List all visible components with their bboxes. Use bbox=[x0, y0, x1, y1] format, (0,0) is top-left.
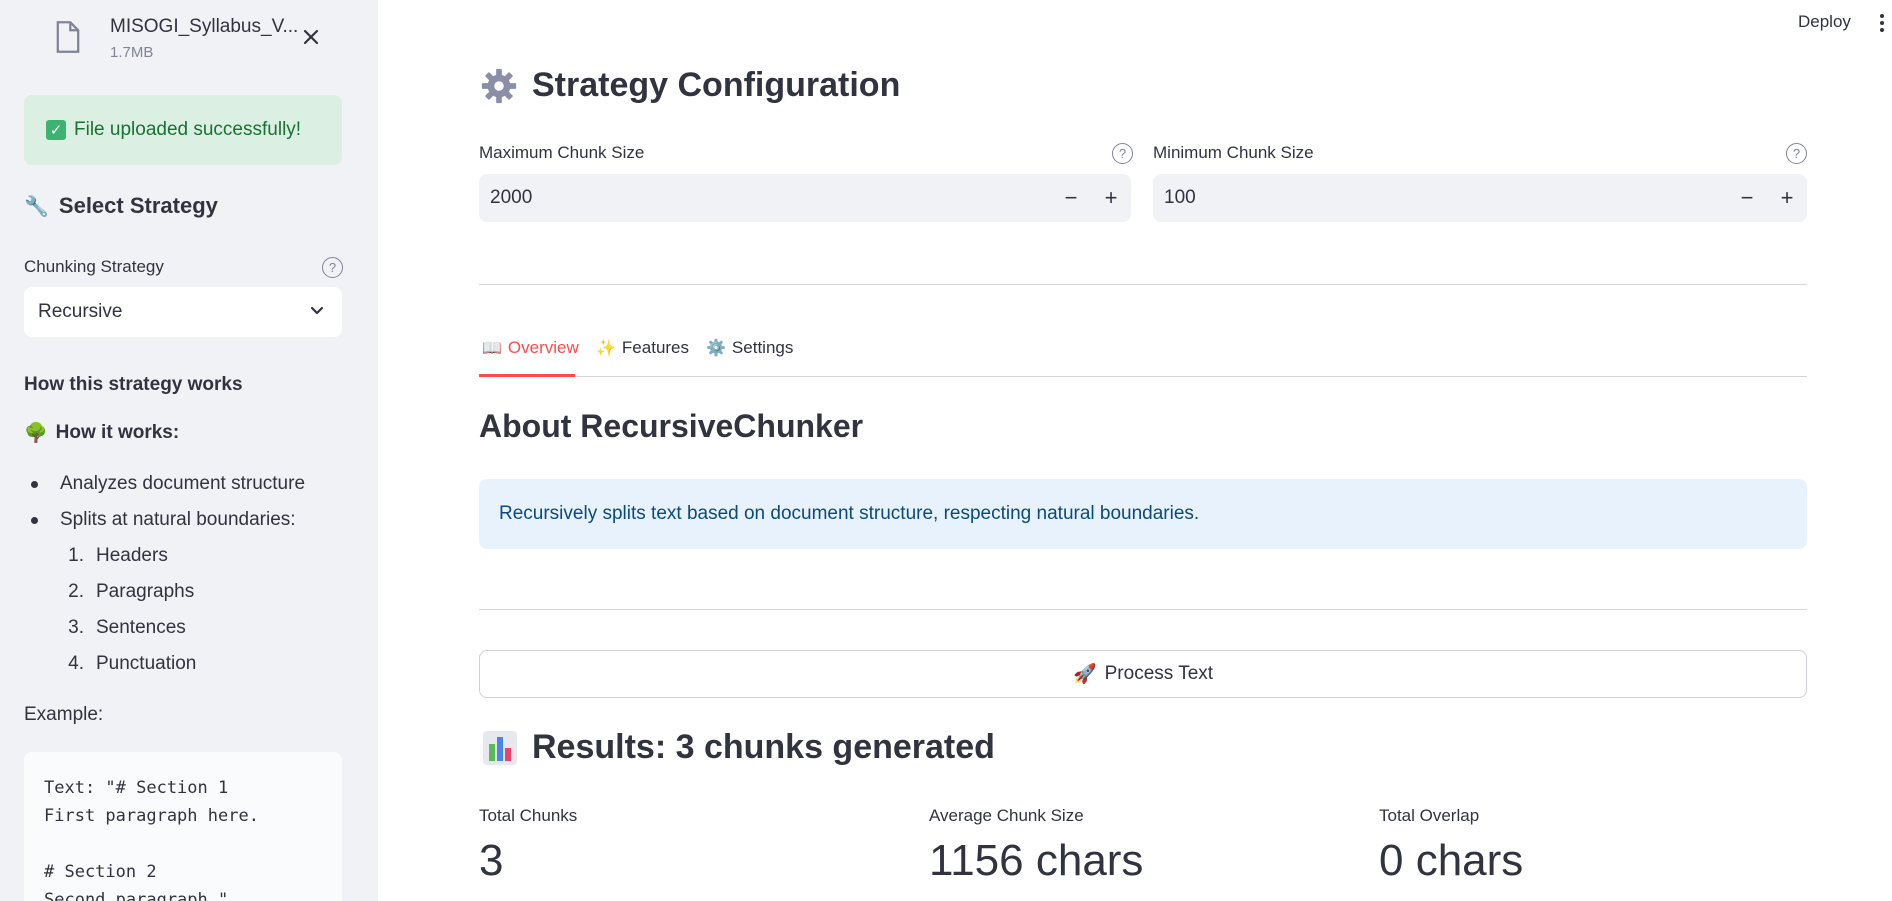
tab-label: Settings bbox=[731, 338, 794, 357]
chevron-down-icon bbox=[310, 306, 324, 315]
gear-icon bbox=[481, 68, 517, 103]
process-text-label: Process Text bbox=[1104, 663, 1214, 684]
results-heading: Results: 3 chunks generated bbox=[482, 728, 995, 767]
metric-label: Total Chunks bbox=[479, 806, 578, 825]
process-text-button[interactable]: 🚀 Process Text bbox=[479, 650, 1807, 698]
list-number: 3. bbox=[68, 617, 84, 638]
gear-icon: ⚙️ bbox=[706, 340, 726, 357]
tree-icon: 🌳 bbox=[24, 423, 48, 444]
sparkles-icon: ✨ bbox=[596, 340, 616, 357]
chunking-strategy-label: Chunking Strategy bbox=[24, 257, 164, 276]
select-strategy-text: Select Strategy bbox=[58, 193, 218, 218]
sidebar: MISOGI_Syllabus_V... 1.7MB ✓ File upload… bbox=[0, 0, 378, 901]
metric-total-chunks: Total Chunks 3 bbox=[479, 806, 577, 886]
decrement-button[interactable]: − bbox=[1727, 174, 1767, 222]
deploy-button[interactable]: Deploy bbox=[1798, 12, 1851, 32]
increment-button[interactable]: + bbox=[1091, 174, 1131, 222]
tab-bar: 📖 Overview ✨ Features ⚙️ Settings bbox=[479, 336, 1807, 377]
page-title: Strategy Configuration bbox=[480, 66, 900, 105]
list-text: Headers bbox=[96, 545, 168, 566]
tab-overview[interactable]: 📖 Overview bbox=[482, 338, 579, 358]
divider bbox=[479, 609, 1807, 610]
uploaded-file: MISOGI_Syllabus_V... 1.7MB bbox=[24, 12, 354, 68]
bar-chart-icon bbox=[483, 730, 517, 765]
list-text: Paragraphs bbox=[96, 581, 195, 602]
help-icon[interactable]: ? bbox=[1112, 143, 1133, 164]
success-message: File uploaded successfully! bbox=[74, 119, 302, 140]
max-chunk-size-value: 2000 bbox=[490, 187, 533, 208]
list-text: Sentences bbox=[96, 617, 186, 638]
example-code-block: Text: "# Section 1 First paragraph here.… bbox=[24, 752, 342, 901]
list-number: 1. bbox=[68, 545, 84, 566]
list-item: 4. Punctuation bbox=[60, 652, 196, 688]
file-icon bbox=[56, 21, 80, 53]
list-item: Splits at natural boundaries: bbox=[26, 508, 305, 544]
list-item: Analyzes document structure bbox=[26, 472, 305, 508]
min-chunk-size-label: Minimum Chunk Size bbox=[1153, 143, 1314, 162]
how-it-works-heading: 🌳 How it works: bbox=[24, 421, 179, 445]
list-number: 2. bbox=[68, 581, 84, 602]
upload-success-alert: ✓ File uploaded successfully! bbox=[24, 95, 342, 165]
remove-file-button[interactable] bbox=[296, 22, 326, 52]
max-chunk-size-input[interactable]: 2000 − + bbox=[479, 174, 1131, 222]
close-icon bbox=[303, 29, 319, 45]
how-strategy-works-heading: How this strategy works bbox=[24, 374, 243, 395]
list-text: Punctuation bbox=[96, 653, 197, 674]
bullet-list: Analyzes document structure Splits at na… bbox=[26, 472, 305, 544]
metric-value: 0 chars bbox=[1379, 836, 1524, 885]
check-icon: ✓ bbox=[46, 120, 66, 140]
strategy-description-info: Recursively splits text based on documen… bbox=[479, 479, 1807, 549]
strategy-description: Recursively splits text based on documen… bbox=[499, 503, 1200, 524]
list-item: 2. Paragraphs bbox=[60, 580, 196, 616]
metric-total-overlap: Total Overlap 0 chars bbox=[1379, 806, 1523, 886]
how-it-works-text: How it works: bbox=[55, 422, 180, 443]
selected-strategy: Recursive bbox=[38, 301, 123, 322]
metric-value: 3 bbox=[479, 836, 504, 885]
chunking-strategy-select[interactable]: Recursive bbox=[24, 287, 342, 337]
example-label: Example: bbox=[24, 704, 104, 725]
numbered-list: 1. Headers 2. Paragraphs 3. Sentences 4. Pun… bbox=[60, 544, 196, 688]
rocket-icon: 🚀 bbox=[1072, 664, 1097, 685]
list-item: 1. Headers bbox=[60, 544, 196, 580]
results-heading-text: Results: 3 chunks generated bbox=[532, 728, 995, 766]
metric-label: Average Chunk Size bbox=[929, 806, 1084, 825]
metric-label: Total Overlap bbox=[1379, 806, 1480, 825]
min-chunk-size-input[interactable]: 100 − + bbox=[1153, 174, 1807, 222]
wrench-icon: 🔧 bbox=[24, 195, 49, 218]
tab-label: Overview bbox=[507, 338, 579, 357]
page-title-text: Strategy Configuration bbox=[532, 66, 901, 104]
help-icon[interactable]: ? bbox=[322, 257, 343, 278]
book-icon: 📖 bbox=[482, 340, 502, 357]
tab-features[interactable]: ✨ Features bbox=[596, 338, 689, 358]
list-item: 3. Sentences bbox=[60, 616, 196, 652]
main-menu-icon[interactable] bbox=[1880, 14, 1886, 34]
metric-value: 1156 chars bbox=[929, 836, 1144, 885]
file-name: MISOGI_Syllabus_V... bbox=[110, 16, 299, 37]
help-icon[interactable]: ? bbox=[1786, 143, 1807, 164]
metric-average-chunk-size: Average Chunk Size 1156 chars bbox=[929, 806, 1143, 886]
about-heading: About RecursiveChunker bbox=[479, 408, 864, 444]
increment-button[interactable]: + bbox=[1767, 174, 1807, 222]
min-chunk-size-value: 100 bbox=[1164, 187, 1196, 208]
tab-label: Features bbox=[621, 338, 690, 357]
divider bbox=[479, 284, 1807, 285]
select-strategy-heading: 🔧 Select Strategy bbox=[24, 193, 218, 219]
max-chunk-size-label: Maximum Chunk Size bbox=[479, 143, 645, 162]
decrement-button[interactable]: − bbox=[1051, 174, 1091, 222]
file-size: 1.7MB bbox=[110, 44, 154, 61]
active-tab-indicator bbox=[479, 374, 575, 377]
list-number: 4. bbox=[68, 653, 84, 674]
tab-settings[interactable]: ⚙️ Settings bbox=[706, 338, 793, 358]
